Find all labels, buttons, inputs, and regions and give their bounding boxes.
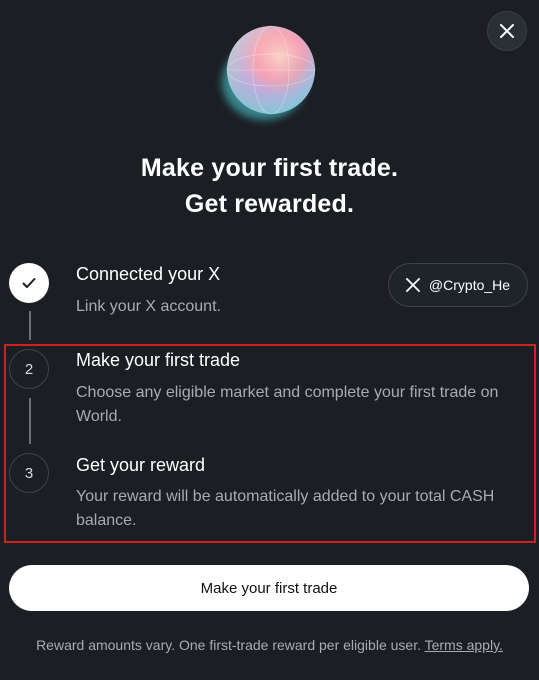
x-account-chip[interactable]: @Crypto_He — [388, 263, 528, 307]
footer-text: Reward amounts vary. One first-trade rew… — [36, 637, 421, 653]
terms-link[interactable]: Terms apply. — [425, 637, 503, 653]
close-icon — [500, 24, 514, 38]
close-button[interactable] — [487, 11, 527, 51]
x-account-handle: @Crypto_He — [428, 277, 511, 293]
make-first-trade-button[interactable]: Make your first trade — [9, 565, 529, 611]
footer-disclaimer: Reward amounts vary. One first-trade rew… — [0, 637, 539, 653]
globe-orb-illustration — [222, 25, 316, 120]
headline-line-2: Get rewarded. — [184, 190, 355, 218]
highlight-annotation-box — [4, 344, 536, 543]
step-1-title: Connected your X — [76, 264, 221, 284]
step-connector — [29, 311, 31, 340]
headline-line-1: Make your first trade. — [140, 154, 399, 182]
headline: Make your first trade. Get rewarded. — [0, 150, 539, 222]
step-1-complete-marker — [9, 263, 49, 303]
reward-modal: Make your first trade. Get rewarded. Con… — [0, 0, 539, 680]
x-logo-icon — [405, 278, 420, 292]
checkmark-icon — [22, 278, 36, 288]
step-1-description: Link your X account. — [76, 298, 221, 315]
